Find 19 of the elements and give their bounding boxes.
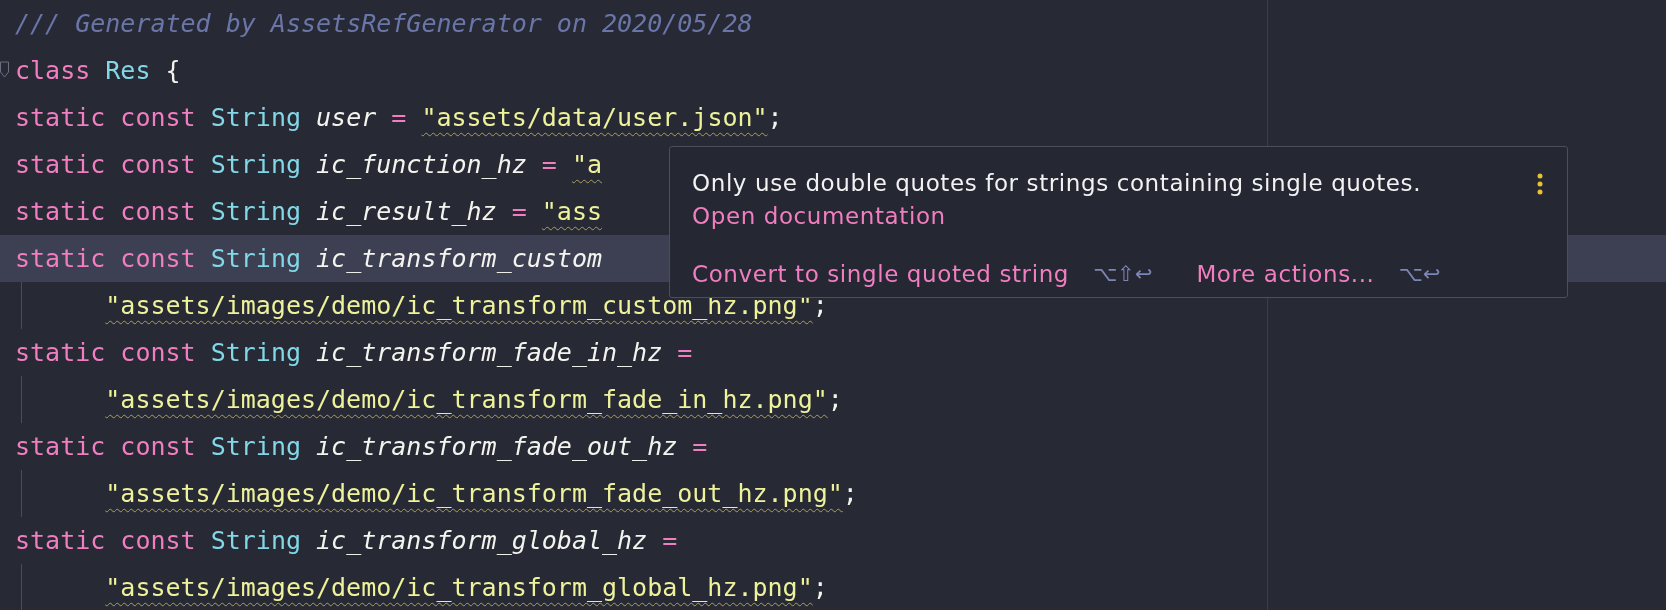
inspection-message: Only use double quotes for strings containing single quotes. [692, 169, 1422, 197]
code-line: static const String ic_transform_fade_out_hz = [15, 431, 708, 463]
more-options-icon[interactable] [1537, 173, 1543, 195]
fold-icon[interactable] [0, 61, 9, 79]
code-line: /// Generated by AssetsRefGenerator on 2020/05/28 [15, 8, 753, 40]
code-line: static const String ic_transform_fade_in_hz = [15, 337, 693, 369]
shortcut-hint: ⌥⇧↩ [1093, 261, 1153, 288]
code-line: "assets/images/demo/ic_transform_global_hz.png"; [15, 564, 828, 610]
code-line: static const String user = "assets/data/user.json"; [15, 102, 783, 134]
code-line: static const String ic_transform_custom [15, 243, 602, 275]
action-link[interactable]: More actions... [1196, 260, 1375, 288]
code-line: "assets/images/demo/ic_transform_fade_in_hz.png"; [15, 376, 843, 423]
code-line: static const String ic_function_hz = "a [15, 149, 603, 181]
code-line: class Res { [15, 55, 181, 87]
documentation-link[interactable]: Open documentation [692, 202, 946, 230]
shortcut-hint: ⌥↩ [1398, 261, 1441, 288]
code-line: static const String ic_transform_global_hz = [15, 525, 678, 557]
code-line: static const String ic_result_hz = "ass [15, 196, 603, 228]
code-line: "assets/images/demo/ic_transform_fade_out_hz.png"; [15, 470, 858, 517]
